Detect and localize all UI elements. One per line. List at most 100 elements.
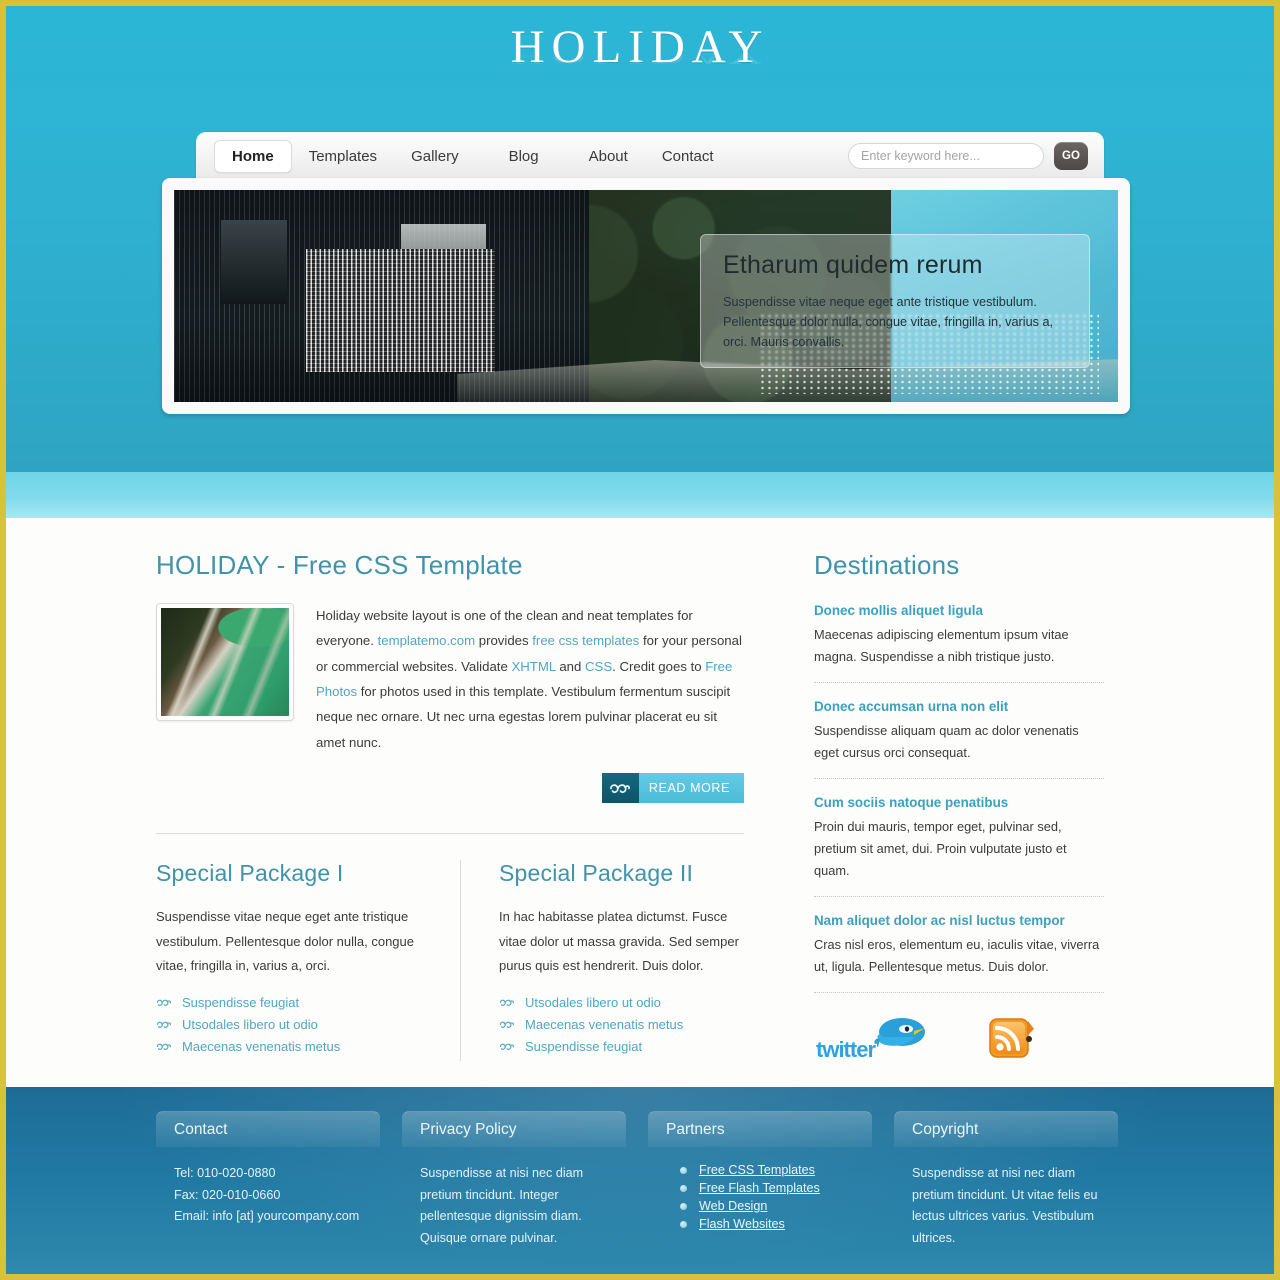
intro-text-4: and xyxy=(555,658,586,674)
destination-text-1: Maecenas adipiscing elementum ipsum vita… xyxy=(814,627,1069,664)
nav-item-gallery[interactable]: Gallery xyxy=(394,141,476,172)
link-templatemo[interactable]: templatemo.com xyxy=(378,633,475,648)
partner-link-1[interactable]: Free CSS Templates xyxy=(699,1163,815,1177)
bullet-icon xyxy=(680,1220,687,1228)
copyright-text: Suspendisse at nisi nec diam pretium tin… xyxy=(912,1166,1098,1246)
list-item[interactable]: Maecenas venenatis metus xyxy=(156,1039,438,1054)
partner-link-3[interactable]: Web Design xyxy=(699,1199,767,1213)
twitter-icon[interactable]: twitter xyxy=(814,1017,934,1063)
destination-item-4: Nam aliquet dolor ac nisl luctus tempor … xyxy=(814,913,1104,993)
destination-title-2[interactable]: Donec accumsan urna non elit xyxy=(814,699,1104,714)
swirl-bullet-icon xyxy=(499,998,525,1007)
intro-text-5: . Credit goes to xyxy=(612,658,706,674)
partners-list: Free CSS Templates Free Flash Templates … xyxy=(666,1163,854,1231)
list-item[interactable]: Utsodales libero ut odio xyxy=(156,1017,438,1032)
hero-caption: Etharum quidem rerum Suspendisse vitae n… xyxy=(700,234,1090,368)
intro-thumbnail xyxy=(156,603,294,721)
swirl-bullet-icon xyxy=(499,1020,525,1029)
list-item[interactable]: Free CSS Templates xyxy=(680,1163,854,1177)
nav-item-home[interactable]: Home xyxy=(214,139,292,173)
page-root: HOLIDAY HOLIDAY Home Templates Gallery B… xyxy=(6,6,1274,1274)
footer-columns: Contact Tel: 010-020-0880 Fax: 020-010-0… xyxy=(156,1087,1124,1250)
main-content: HOLIDAY - Free CSS Template Holiday webs… xyxy=(6,518,1274,1088)
sidebar: Destinations Donec mollis aliquet ligula… xyxy=(764,550,1104,1063)
package-one-link-1[interactable]: Suspendisse feugiat xyxy=(182,995,299,1010)
content-divider xyxy=(156,833,744,835)
packages-section: Special Package I Suspendisse vitae nequ… xyxy=(156,860,744,1062)
footer-column-copyright: Copyright Suspendisse at nisi nec diam p… xyxy=(894,1111,1118,1250)
destination-item-2: Donec accumsan urna non elit Suspendisse… xyxy=(814,699,1104,779)
nav-item-contact[interactable]: Contact xyxy=(645,141,731,172)
bullet-icon xyxy=(680,1166,687,1174)
package-two: Special Package II In hac habitasse plat… xyxy=(460,860,742,1062)
destination-item-3: Cum sociis natoque penatibus Proin dui m… xyxy=(814,795,1104,897)
package-two-text: In hac habitasse platea dictumst. Fusce … xyxy=(499,909,739,974)
search-input[interactable] xyxy=(848,143,1044,169)
intro-thumbnail-image xyxy=(161,608,289,716)
bullet-icon xyxy=(680,1184,687,1192)
link-xhtml[interactable]: XHTML xyxy=(511,659,555,674)
package-one-title: Special Package I xyxy=(156,860,344,887)
partner-link-2[interactable]: Free Flash Templates xyxy=(699,1181,820,1195)
logo-area: HOLIDAY HOLIDAY xyxy=(6,6,1274,110)
footer: Contact Tel: 010-020-0880 Fax: 020-010-0… xyxy=(6,1087,1274,1274)
list-item[interactable]: Free Flash Templates xyxy=(680,1181,854,1195)
nav-item-about[interactable]: About xyxy=(572,141,645,172)
package-two-title: Special Package II xyxy=(499,860,694,887)
read-more-button[interactable]: READ MORE xyxy=(601,773,744,804)
read-more-row: READ MORE xyxy=(156,773,744,804)
list-item[interactable]: Utsodales libero ut odio xyxy=(499,995,742,1010)
hero-slider[interactable]: Etharum quidem rerum Suspendisse vitae n… xyxy=(162,178,1130,414)
nav-item-blog[interactable]: Blog xyxy=(492,141,556,172)
footer-body-partners: Free CSS Templates Free Flash Templates … xyxy=(648,1147,872,1231)
footer-heading-contact: Contact xyxy=(156,1111,380,1148)
destination-text-3: Proin dui mauris, tempor eget, pulvinar … xyxy=(814,819,1067,878)
package-one-link-3[interactable]: Maecenas venenatis metus xyxy=(182,1039,340,1054)
footer-heading-copyright: Copyright xyxy=(894,1111,1118,1148)
nav-item-templates[interactable]: Templates xyxy=(292,141,394,172)
contact-fax: Fax: 020-010-0660 xyxy=(174,1187,281,1202)
main-navigation: Home Templates Gallery Blog About Contac… xyxy=(196,132,1104,180)
destination-title-3[interactable]: Cum sociis natoque penatibus xyxy=(814,795,1104,810)
search-go-button[interactable]: GO xyxy=(1054,142,1088,170)
package-two-link-2[interactable]: Maecenas venenatis metus xyxy=(525,1017,683,1032)
footer-body-privacy: Suspendisse at nisi nec diam pretium tin… xyxy=(402,1147,626,1250)
package-one-text: Suspendisse vitae neque eget ante tristi… xyxy=(156,909,415,974)
search-form: GO xyxy=(848,142,1088,170)
list-item[interactable]: Suspendisse feugiat xyxy=(499,1039,742,1054)
footer-body-copyright: Suspendisse at nisi nec diam pretium tin… xyxy=(894,1147,1118,1250)
intro-text-6: for photos used in this template. Vestib… xyxy=(316,684,731,750)
destination-title-4[interactable]: Nam aliquet dolor ac nisl luctus tempor xyxy=(814,913,1104,928)
link-free-css-templates[interactable]: free css templates xyxy=(532,633,639,648)
destination-title-1[interactable]: Donec mollis aliquet ligula xyxy=(814,603,1104,618)
contact-email: Email: info [at] yourcompany.com xyxy=(174,1209,360,1224)
rss-icon[interactable] xyxy=(986,1015,1036,1061)
intro-block: Holiday website layout is one of the cle… xyxy=(156,603,744,755)
privacy-text: Suspendisse at nisi nec diam pretium tin… xyxy=(420,1166,584,1246)
content-left-column: HOLIDAY - Free CSS Template Holiday webs… xyxy=(156,550,764,1062)
hero-caption-text: Suspendisse vitae neque eget ante tristi… xyxy=(723,295,1054,350)
social-links: twitter xyxy=(814,1015,1104,1063)
list-item[interactable]: Flash Websites xyxy=(680,1217,854,1231)
page-title: HOLIDAY - Free CSS Template xyxy=(156,550,523,580)
link-css[interactable]: CSS xyxy=(585,659,612,674)
footer-body-contact: Tel: 010-020-0880 Fax: 020-010-0660 Emai… xyxy=(156,1147,380,1228)
package-two-link-3[interactable]: Suspendisse feugiat xyxy=(525,1039,642,1054)
swirl-bullet-icon xyxy=(156,1042,182,1051)
list-item[interactable]: Suspendisse feugiat xyxy=(156,995,438,1010)
nav-items: Home Templates Gallery Blog About Contac… xyxy=(214,139,731,173)
package-one-links: Suspendisse feugiat Utsodales libero ut … xyxy=(156,995,438,1054)
hero-image-tower-main xyxy=(306,249,495,373)
list-item[interactable]: Maecenas venenatis metus xyxy=(499,1017,742,1032)
package-two-link-1[interactable]: Utsodales libero ut odio xyxy=(525,995,661,1010)
sidebar-title: Destinations xyxy=(814,550,960,580)
list-item[interactable]: Web Design xyxy=(680,1199,854,1213)
svg-text:twitter: twitter xyxy=(816,1037,876,1061)
package-one-link-2[interactable]: Utsodales libero ut odio xyxy=(182,1017,318,1032)
swirl-icon xyxy=(601,773,639,804)
footer-column-contact: Contact Tel: 010-020-0880 Fax: 020-010-0… xyxy=(156,1111,380,1250)
swirl-bullet-icon xyxy=(156,1020,182,1029)
read-more-label: READ MORE xyxy=(638,773,744,804)
partner-link-4[interactable]: Flash Websites xyxy=(699,1217,785,1231)
footer-column-privacy: Privacy Policy Suspendisse at nisi nec d… xyxy=(402,1111,626,1250)
